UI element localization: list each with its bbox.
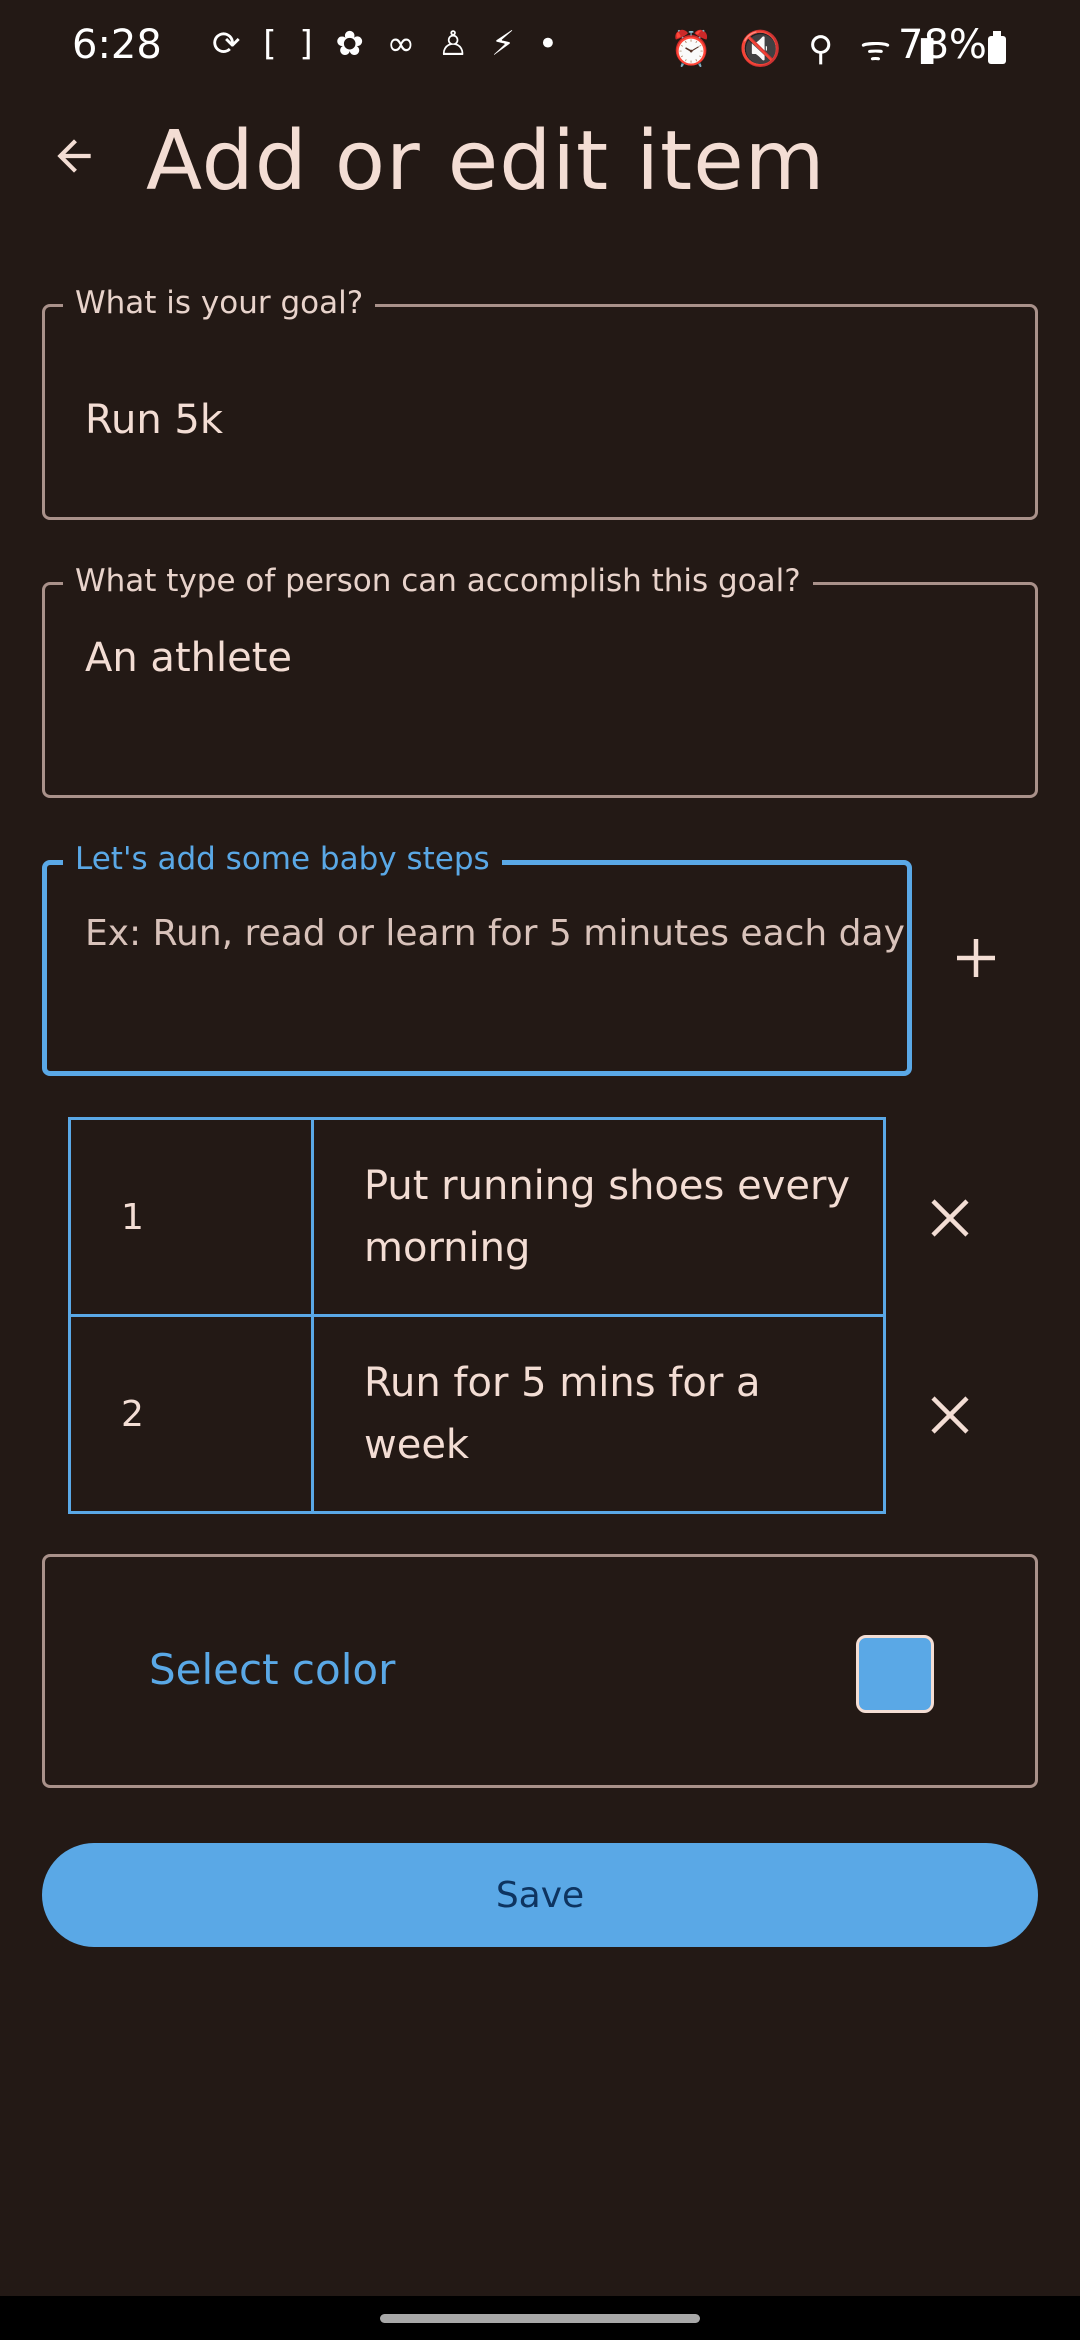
battery-icon <box>988 31 1006 64</box>
back-button[interactable] <box>44 126 104 186</box>
delete-step-button[interactable] <box>920 1385 980 1445</box>
select-color-button[interactable]: Select color <box>149 1645 395 1694</box>
battery-percentage: 78% <box>898 22 987 68</box>
home-gesture-handle[interactable] <box>380 2314 700 2323</box>
baby-steps-field[interactable]: Let's add some baby steps Ex: Run, read … <box>42 841 912 1076</box>
close-icon <box>931 1199 969 1237</box>
color-swatch[interactable] <box>856 1635 934 1713</box>
plus-icon <box>957 939 995 977</box>
identity-input[interactable]: An athlete <box>85 635 292 681</box>
steps-table: 1 Put running shoes every morning 2 Run … <box>68 1117 886 1514</box>
table-row: 1 Put running shoes every morning <box>68 1117 886 1317</box>
delete-step-button[interactable] <box>920 1188 980 1248</box>
notification-icons: ⟳ [ ] ✿ ∞ ♙ ⚡ • <box>212 24 564 64</box>
goal-field[interactable]: What is your goal? Run 5k <box>42 285 1038 520</box>
identity-field-label: What type of person can accomplish this … <box>63 563 813 599</box>
status-bar: 6:28 ⟳ [ ] ✿ ∞ ♙ ⚡ • ⏰ 🔇 ⚲ ᯤ ▮ 78% <box>0 0 1080 96</box>
goal-field-label: What is your goal? <box>63 285 376 321</box>
color-selector: Select color <box>42 1554 1038 1788</box>
status-time: 6:28 <box>72 22 162 68</box>
navigation-bar <box>0 2296 1080 2340</box>
step-text: Put running shoes every morning <box>311 1117 886 1317</box>
step-number: 1 <box>68 1117 314 1317</box>
step-number: 2 <box>68 1314 314 1514</box>
table-row: 2 Run for 5 mins for a week <box>68 1314 886 1514</box>
add-step-button[interactable] <box>944 926 1008 990</box>
baby-steps-field-label: Let's add some baby steps <box>63 841 502 877</box>
step-text: Run for 5 mins for a week <box>311 1314 886 1514</box>
close-icon <box>931 1396 969 1434</box>
arrow-back-icon <box>57 139 91 173</box>
baby-steps-input[interactable]: Ex: Run, read or learn for 5 minutes eac… <box>85 913 905 954</box>
goal-input[interactable]: Run 5k <box>85 397 223 443</box>
identity-field[interactable]: What type of person can accomplish this … <box>42 563 1038 798</box>
save-button[interactable]: Save <box>42 1843 1038 1947</box>
page-title: Add or edit item <box>146 114 826 209</box>
